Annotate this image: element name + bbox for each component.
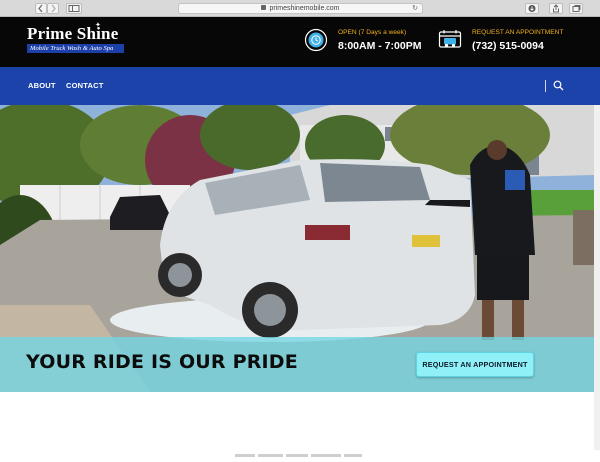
url-text: primeshinemobile.com <box>269 5 340 12</box>
appointment-label: REQUEST AN APPOINTMENT <box>472 29 564 36</box>
download-button[interactable] <box>525 3 539 14</box>
search-icon[interactable] <box>553 80 564 91</box>
main-nav: ABOUT CONTACT <box>0 67 600 105</box>
browser-toolbar: primeshinemobile.com ↻ <box>0 0 600 17</box>
nav-divider <box>545 80 546 92</box>
phone-number[interactable]: (732) 515-0094 <box>472 40 544 52</box>
share-button[interactable] <box>549 3 563 14</box>
nav-item-about[interactable]: ABOUT <box>28 81 56 90</box>
share-icon <box>553 4 559 13</box>
content-section <box>0 392 594 457</box>
lock-icon <box>261 5 267 10</box>
nav-item-contact[interactable]: CONTACT <box>66 81 104 90</box>
address-bar[interactable]: primeshinemobile.com ↻ <box>178 3 423 14</box>
logo-subtitle: Mobile Truck Wash & Auto Spa <box>27 44 124 53</box>
hero-banner: YOUR RIDE IS OUR PRIDE REQUEST AN APPOIN… <box>0 337 594 392</box>
tabs-button[interactable] <box>569 3 583 14</box>
truck-icon <box>438 30 462 48</box>
forward-button[interactable] <box>47 3 59 14</box>
hours-info: OPEN (7 Days a week) 8:00AM - 7:00PM <box>304 28 424 56</box>
appointment-info[interactable]: REQUEST AN APPOINTMENT (732) 515-0094 <box>438 28 578 56</box>
sidebar-icon <box>68 5 80 12</box>
download-icon <box>528 5 536 12</box>
clock-icon <box>304 28 328 52</box>
hero-section: YOUR RIDE IS OUR PRIDE REQUEST AN APPOIN… <box>0 105 594 392</box>
sparkle-icon: ✦ <box>95 22 101 29</box>
logo-title: Prime Shine <box>27 24 119 43</box>
reload-icon[interactable]: ↻ <box>412 4 418 14</box>
site-header: Prime Shine ✦ Mobile Truck Wash & Auto S… <box>0 17 600 67</box>
hours-value: 8:00AM - 7:00PM <box>338 40 422 52</box>
sidebar-button[interactable] <box>66 3 82 14</box>
hours-label: OPEN (7 Days a week) <box>338 29 407 36</box>
section-heading-partial <box>235 444 365 457</box>
request-appointment-button[interactable]: REQUEST AN APPOINTMENT <box>416 352 534 377</box>
close-window-icon[interactable] <box>5 5 12 12</box>
chevron-right-icon <box>51 4 56 13</box>
site-logo[interactable]: Prime Shine ✦ Mobile Truck Wash & Auto S… <box>27 22 127 59</box>
page-scrollbar[interactable] <box>594 105 600 450</box>
chevron-left-icon <box>38 4 43 13</box>
tabs-icon <box>572 5 581 12</box>
back-button[interactable] <box>35 3 47 14</box>
hero-title: YOUR RIDE IS OUR PRIDE <box>26 351 298 373</box>
